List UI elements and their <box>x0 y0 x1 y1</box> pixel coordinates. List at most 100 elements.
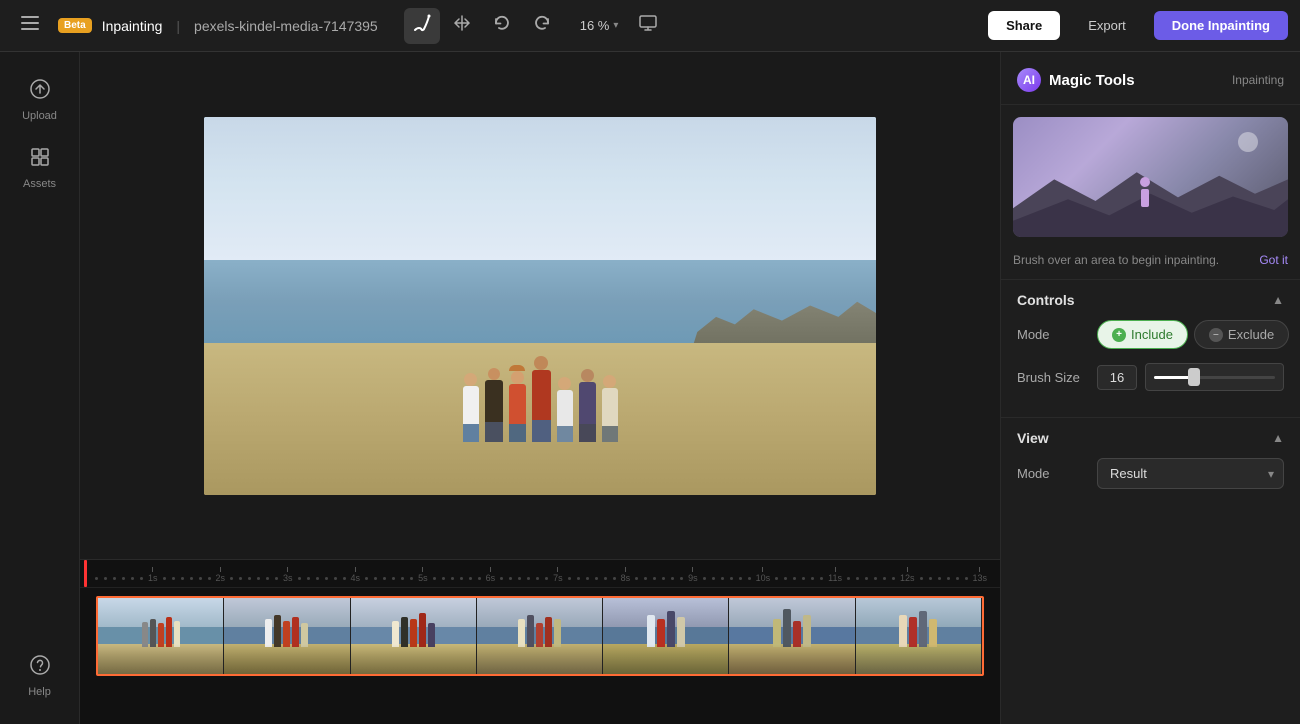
mode-buttons: + Include – Exclude <box>1097 320 1289 349</box>
include-mode-button[interactable]: + Include <box>1097 320 1188 349</box>
filmstrip <box>98 598 982 674</box>
panel-header: AI Magic Tools Inpainting <box>1001 52 1300 105</box>
brush-icon <box>413 14 431 37</box>
filename: pexels-kindel-media-7147395 <box>194 18 378 34</box>
preview-mountains <box>1013 165 1288 237</box>
pan-icon <box>453 14 471 37</box>
help-icon <box>29 654 51 682</box>
topbar: Beta Inpainting | pexels-kindel-media-71… <box>0 0 1300 52</box>
film-frame-4 <box>477 598 603 674</box>
chevron-down-icon: ▾ <box>613 20 618 31</box>
view-section-header[interactable]: View ▲ <box>1001 430 1300 458</box>
include-icon: + <box>1112 328 1126 342</box>
sidebar-item-help[interactable]: Help <box>8 644 72 708</box>
playhead-indicator <box>84 560 87 587</box>
title-separator: | <box>176 18 180 34</box>
timeline-ruler: 1s2s3s4s5s6s7s8s9s10s11s12s13s <box>80 560 1000 588</box>
ruler-marks: 1s2s3s4s5s6s7s8s9s10s11s12s13s <box>88 567 1000 583</box>
preview-figure-head <box>1140 177 1150 187</box>
mode-control-row: Mode + Include – Exclude <box>1017 320 1284 349</box>
view-title: View <box>1017 430 1049 446</box>
mode-label: Mode <box>1017 327 1089 342</box>
view-mode-row: Mode Result Original Split <box>1017 458 1284 489</box>
canvas-container[interactable] <box>80 52 1000 559</box>
zoom-value: 16 % <box>580 18 610 33</box>
brush-tool-button[interactable] <box>404 8 440 44</box>
film-frame-6 <box>729 598 855 674</box>
person-7 <box>602 375 618 442</box>
beta-badge: Beta <box>58 18 92 33</box>
person-3 <box>509 365 526 442</box>
redo-button[interactable] <box>524 8 560 44</box>
person-6 <box>579 369 596 442</box>
export-button[interactable]: Export <box>1070 11 1144 40</box>
slider-thumb[interactable] <box>1188 368 1200 386</box>
brush-size-label: Brush Size <box>1017 370 1089 385</box>
right-panel: AI Magic Tools Inpainting Brush over an … <box>1000 52 1300 724</box>
canvas-wrapper: 1s2s3s4s5s6s7s8s9s10s11s12s13s <box>80 52 1000 724</box>
preview-image <box>1013 117 1288 237</box>
person-1 <box>463 373 479 442</box>
left-sidebar: Upload Assets Help <box>0 52 80 724</box>
controls-title: Controls <box>1017 292 1075 308</box>
controls-section: Controls ▲ Mode + Include – <box>1001 279 1300 417</box>
panel-header-left: AI Magic Tools <box>1017 68 1135 92</box>
sidebar-item-assets[interactable]: Assets <box>8 136 72 200</box>
redo-icon <box>533 14 551 37</box>
timeline-tracks[interactable] <box>96 596 984 676</box>
person-4 <box>532 356 551 442</box>
view-mode-label: Mode <box>1017 466 1089 481</box>
sidebar-item-upload[interactable]: Upload <box>8 68 72 132</box>
assets-icon <box>29 146 51 174</box>
view-mode-select[interactable]: Result Original Split <box>1097 458 1284 489</box>
undo-button[interactable] <box>484 8 520 44</box>
film-frame-7 <box>856 598 982 674</box>
brush-hint: Brush over an area to begin inpainting. … <box>1001 249 1300 279</box>
film-frame-5 <box>603 598 729 674</box>
got-it-link[interactable]: Got it <box>1259 253 1288 267</box>
brush-size-content: 16 <box>1097 363 1284 391</box>
film-frame-2 <box>224 598 350 674</box>
pan-tool-button[interactable] <box>444 8 480 44</box>
zoom-control[interactable]: 16 % ▾ <box>572 14 627 37</box>
monitor-icon <box>639 15 657 36</box>
slider-track <box>1154 376 1275 379</box>
brush-hint-text: Brush over an area to begin inpainting. <box>1013 253 1219 267</box>
film-frame-1 <box>98 598 224 674</box>
preview-figure <box>1140 177 1150 207</box>
controls-body: Mode + Include – Exclude <box>1001 320 1300 391</box>
upload-icon <box>29 78 51 106</box>
canvas-image <box>204 117 876 495</box>
done-inpainting-button[interactable]: Done Inpainting <box>1154 11 1288 40</box>
view-mode-select-wrapper: Result Original Split <box>1097 458 1284 489</box>
exclude-mode-button[interactable]: – Exclude <box>1194 320 1289 349</box>
exclude-label: Exclude <box>1228 327 1274 342</box>
controls-chevron-icon: ▲ <box>1272 293 1284 307</box>
app-title: Inpainting <box>102 18 163 34</box>
film-frame-3 <box>351 598 477 674</box>
filmstrip-wrapper <box>80 588 1000 684</box>
view-section: View ▲ Mode Result Original Split <box>1001 417 1300 515</box>
menu-button[interactable] <box>12 8 48 44</box>
brush-size-control-row: Brush Size 16 <box>1017 363 1284 391</box>
person-2 <box>485 368 503 442</box>
upload-label: Upload <box>22 110 57 122</box>
hamburger-icon <box>21 16 39 35</box>
brush-size-value: 16 <box>1097 365 1137 390</box>
brush-size-slider[interactable] <box>1145 363 1284 391</box>
preview-moon <box>1238 132 1258 152</box>
undo-icon <box>493 14 511 37</box>
help-label: Help <box>28 686 51 698</box>
preview-figure-body <box>1141 189 1149 207</box>
controls-section-header[interactable]: Controls ▲ <box>1001 292 1300 320</box>
panel-title: Magic Tools <box>1049 72 1135 89</box>
include-label: Include <box>1131 327 1173 342</box>
share-button[interactable]: Share <box>988 11 1060 40</box>
assets-label: Assets <box>23 178 56 190</box>
toolbar: 16 % ▾ <box>404 8 667 44</box>
person-5 <box>557 377 573 442</box>
monitor-button[interactable] <box>630 8 666 44</box>
slider-fill <box>1154 376 1190 379</box>
timeline-bottom <box>80 684 1000 724</box>
people-group <box>325 253 755 442</box>
